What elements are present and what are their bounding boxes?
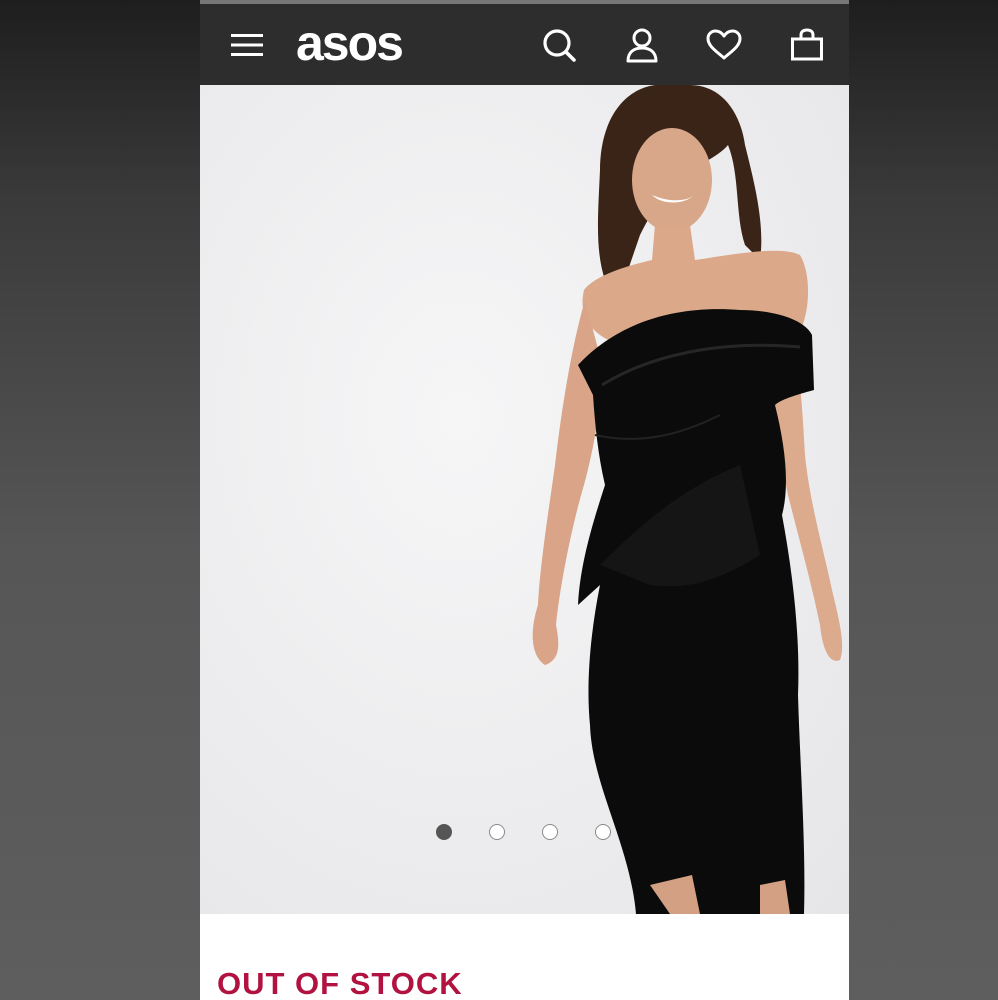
saved-items-button[interactable] [694,4,754,85]
product-photo [532,85,843,914]
mobile-page: asos OUT OF STOCK [200,0,849,1000]
bag-icon [791,27,823,60]
gallery-dot[interactable] [595,824,611,840]
bag-button[interactable] [777,4,837,85]
heart-icon [706,29,742,59]
model-face [632,128,712,232]
asos-logo[interactable]: asos [296,18,404,68]
site-header: asos [200,4,849,85]
product-image-gallery[interactable] [200,85,849,914]
account-button[interactable] [612,4,672,85]
menu-icon [231,33,263,56]
menu-button[interactable] [217,4,277,85]
search-icon [543,28,576,62]
gallery-pagination [200,824,849,848]
stock-status: OUT OF STOCK [217,966,463,1000]
gallery-dot[interactable] [489,824,505,840]
gallery-dot[interactable] [542,824,558,840]
account-icon [626,28,658,62]
gallery-dot-active[interactable] [436,824,452,840]
search-button[interactable] [529,4,589,85]
